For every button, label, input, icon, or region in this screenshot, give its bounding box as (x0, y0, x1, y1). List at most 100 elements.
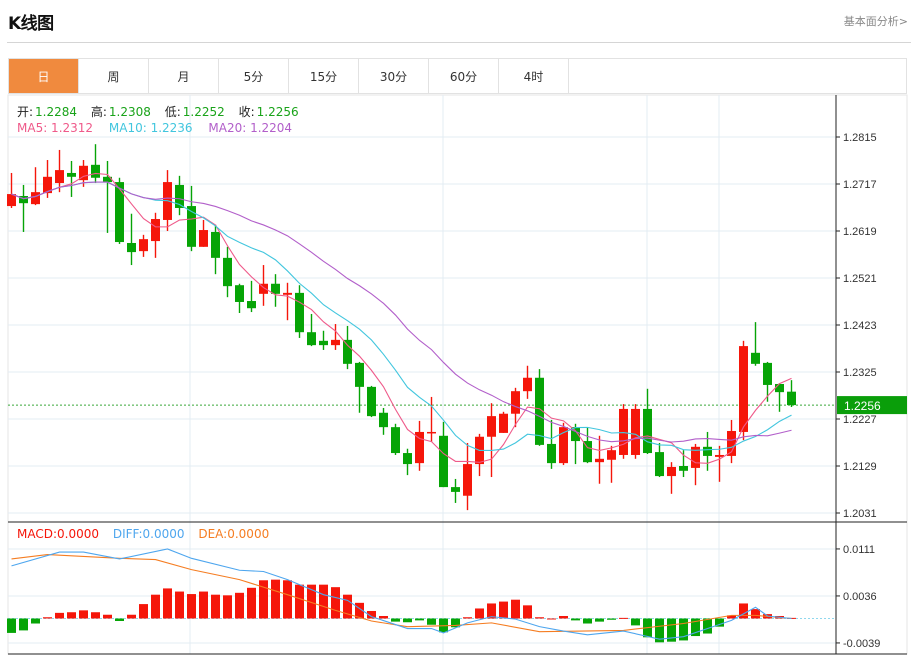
ma10-line (11, 181, 792, 451)
macd-bar (199, 591, 208, 619)
macd-bar (595, 618, 604, 622)
low-label: 低: (164, 105, 181, 119)
candle-down (307, 332, 316, 346)
macd-bar (115, 618, 124, 622)
macd-bar (67, 612, 76, 619)
candle-down (355, 362, 364, 387)
y-tick-label: 1.2815 (843, 132, 877, 144)
candle-up (55, 170, 64, 184)
macd-bar (319, 584, 328, 619)
candle-down (247, 301, 256, 309)
ma20-line (11, 181, 792, 443)
macd-bar (427, 618, 436, 625)
candle-down (775, 383, 784, 393)
close-label: 收: (238, 105, 255, 119)
macd-bar (415, 618, 424, 621)
y-tick-label: 1.2619 (843, 226, 877, 238)
macd-bar (235, 592, 244, 619)
candle-up (607, 450, 616, 460)
high-value: 1.2308 (108, 105, 151, 119)
macd-bar (151, 594, 160, 619)
ohlc-info: 开: 1.2284 高: 1.2308 低: 1.2252 收: 1.2256 (17, 103, 301, 120)
macd-bar (43, 617, 52, 619)
candle-up (487, 416, 496, 437)
macd-bar (559, 615, 568, 619)
macd-bar (571, 618, 580, 621)
macd-bar (607, 618, 616, 620)
y-tick-label: 1.2129 (843, 461, 877, 473)
macd-tick-label: -0.0039 (843, 638, 880, 650)
y-tick-label: 1.2325 (843, 367, 877, 379)
macd-bar (535, 617, 544, 619)
ma5-value: MA5: 1.2312 (17, 121, 94, 135)
macd-bar (223, 595, 232, 619)
macd-bar (163, 588, 172, 619)
macd-bar (139, 604, 148, 619)
candle-down (547, 443, 556, 464)
macd-bar (91, 612, 100, 619)
macd-value: MACD:0.0000 (17, 527, 100, 541)
macd-tick-label: 0.0111 (843, 544, 875, 556)
macd-bar (703, 618, 712, 634)
candle-down (187, 206, 196, 247)
macd-bar (511, 599, 520, 619)
macd-tick-label: 0.0036 (843, 591, 877, 603)
kline-chart[interactable]: 1.2815 1.2717 1.2619 1.2521 1.2423 1.2325 1.22… (0, 0, 918, 656)
candle-up (499, 413, 508, 433)
macd-bar (175, 591, 184, 619)
candle-down (679, 466, 688, 471)
candle-up (631, 408, 640, 455)
macd-bar (247, 587, 256, 619)
macd-bar (523, 605, 532, 619)
candle-down (235, 285, 244, 302)
y-tick-label: 1.2227 (843, 414, 877, 426)
ma-info: MA5: 1.2312 MA10: 1.2236 MA20: 1.2204 (17, 121, 294, 135)
ma5-line (11, 172, 792, 464)
candle-up (523, 377, 532, 392)
macd-bar (295, 584, 304, 619)
macd-bar (463, 617, 472, 619)
macd-bar (7, 618, 16, 633)
low-value: 1.2252 (182, 105, 225, 119)
macd-bar (283, 580, 292, 619)
candle-down (403, 453, 412, 465)
current-price-label: 1.2256 (844, 399, 881, 413)
macd-bar (583, 618, 592, 624)
candle-up (511, 391, 520, 414)
candle-down (787, 391, 796, 406)
candle-up (331, 339, 340, 346)
candle-down (655, 452, 664, 477)
macd-bar (31, 618, 40, 624)
open-label: 开: (17, 105, 34, 119)
candle-down (127, 242, 136, 253)
macd-bar (79, 610, 88, 619)
y-tick-label: 1.2031 (843, 508, 877, 520)
candle-up (31, 192, 40, 205)
candle-down (751, 352, 760, 364)
candle-down (367, 386, 376, 417)
ma20-value: MA20: 1.2204 (208, 121, 293, 135)
candle-down (295, 292, 304, 333)
chart-frame (7, 94, 908, 655)
macd-bar (331, 587, 340, 619)
dea-value: DEA:0.0000 (198, 527, 270, 541)
candle-down (583, 441, 592, 463)
macd-bar (475, 608, 484, 619)
ma10-value: MA10: 1.2236 (108, 121, 193, 135)
candle-down (67, 172, 76, 177)
candle-down (451, 487, 460, 492)
candle-down (439, 435, 448, 488)
macd-bar (55, 612, 64, 619)
macd-bar (127, 614, 136, 619)
candle-down (391, 427, 400, 454)
close-value: 1.2256 (256, 105, 299, 119)
macd-bar (19, 618, 28, 631)
candle-down (115, 182, 124, 243)
candle-up (667, 466, 676, 477)
macd-bar (751, 609, 760, 619)
candle-down (223, 257, 232, 287)
macd-bar (631, 618, 640, 626)
candle-up (139, 239, 148, 252)
y-tick-label: 1.2717 (843, 179, 877, 191)
macd-bar (547, 618, 556, 620)
